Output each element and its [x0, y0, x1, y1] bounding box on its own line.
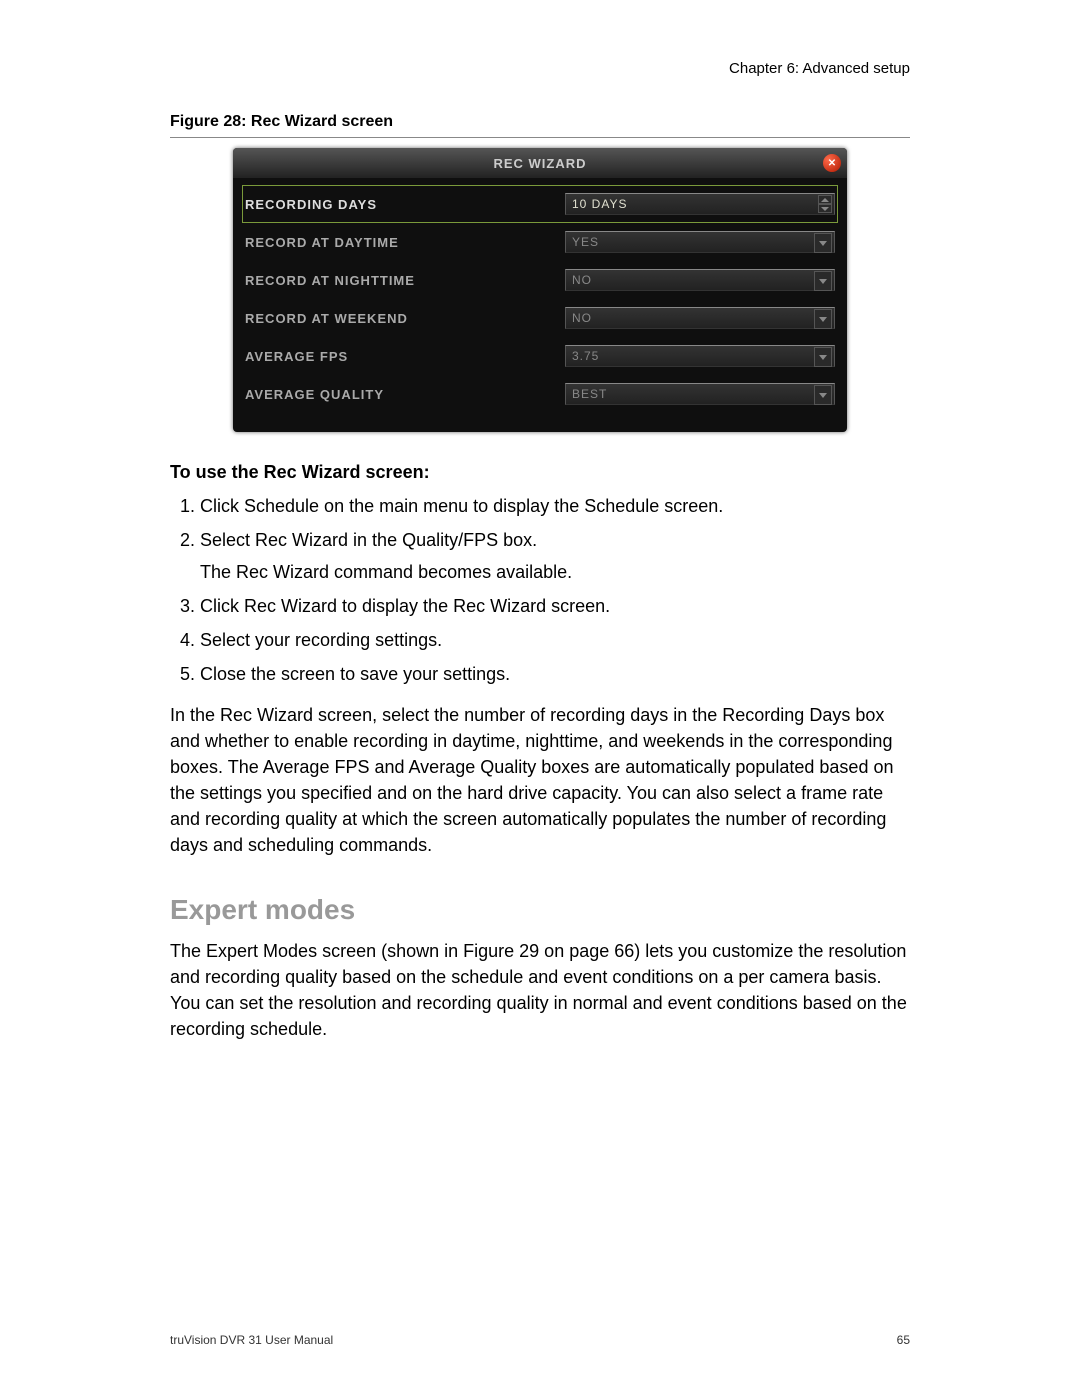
close-icon[interactable]: ✕ [823, 154, 841, 172]
setting-field[interactable]: 3.75 [565, 345, 835, 367]
setting-value: YES [572, 235, 599, 249]
step-text: Click Rec Wizard to display the Rec Wiza… [200, 596, 610, 616]
chevron-up-icon[interactable] [818, 195, 832, 204]
chevron-down-icon[interactable] [818, 204, 832, 213]
instruction-step: Click Schedule on the main menu to displ… [200, 493, 910, 519]
setting-field[interactable]: YES [565, 231, 835, 253]
step-text: Select your recording settings. [200, 630, 442, 650]
instructions-paragraph: In the Rec Wizard screen, select the num… [170, 702, 910, 859]
setting-value: 3.75 [572, 349, 599, 363]
dropdown-button[interactable] [814, 271, 832, 291]
page-footer: truVision DVR 31 User Manual 65 [170, 1333, 910, 1347]
setting-value: NO [572, 273, 592, 287]
setting-label: RECORD AT WEEKEND [245, 311, 565, 326]
setting-row: RECORD AT NIGHTTIME NO [245, 264, 835, 296]
section-title-expert-modes: Expert modes [170, 894, 910, 926]
dropdown-button[interactable] [814, 385, 832, 405]
instruction-step: Click Rec Wizard to display the Rec Wiza… [200, 593, 910, 619]
setting-row: AVERAGE QUALITY BEST [245, 378, 835, 410]
setting-field[interactable]: NO [565, 307, 835, 329]
step-text: Click Schedule on the main menu to displ… [200, 496, 723, 516]
footer-page-number: 65 [897, 1333, 910, 1347]
instructions-list: Click Schedule on the main menu to displ… [170, 493, 910, 688]
expert-modes-paragraph: The Expert Modes screen (shown in Figure… [170, 938, 910, 1042]
window-title: REC WIZARD [233, 156, 847, 171]
chevron-down-icon [819, 317, 827, 322]
instructions-heading: To use the Rec Wizard screen: [170, 462, 910, 483]
setting-label: AVERAGE FPS [245, 349, 565, 364]
setting-label: AVERAGE QUALITY [245, 387, 565, 402]
spinner-control[interactable] [818, 195, 832, 213]
chapter-header: Chapter 6: Advanced setup [170, 60, 910, 77]
chevron-down-icon [819, 241, 827, 246]
rec-wizard-window: REC WIZARD ✕ RECORDING DAYS10 DAYSRECORD… [233, 148, 847, 432]
setting-value: BEST [572, 387, 607, 401]
chevron-down-icon [819, 279, 827, 284]
footer-manual-name: truVision DVR 31 User Manual [170, 1333, 333, 1347]
step-subtext: The Rec Wizard command becomes available… [200, 559, 910, 585]
setting-field[interactable]: BEST [565, 383, 835, 405]
chevron-down-icon [819, 355, 827, 360]
dropdown-button[interactable] [814, 309, 832, 329]
chevron-down-icon [819, 393, 827, 398]
setting-value: 10 DAYS [572, 197, 627, 211]
setting-label: RECORD AT NIGHTTIME [245, 273, 565, 288]
setting-field[interactable]: 10 DAYS [565, 193, 835, 215]
window-titlebar: REC WIZARD ✕ [233, 148, 847, 178]
setting-value: NO [572, 311, 592, 325]
instruction-step: Close the screen to save your settings. [200, 661, 910, 687]
setting-row: RECORD AT DAYTIME YES [245, 226, 835, 258]
setting-field[interactable]: NO [565, 269, 835, 291]
setting-row: RECORD AT WEEKEND NO [245, 302, 835, 334]
instruction-step: Select Rec Wizard in the Quality/FPS box… [200, 527, 910, 585]
setting-row: AVERAGE FPS 3.75 [245, 340, 835, 372]
window-body: RECORDING DAYS 10 DAYS RECORD AT DAYTIME YE… [233, 178, 847, 432]
divider [170, 137, 910, 138]
dropdown-button[interactable] [814, 233, 832, 253]
step-text: Close the screen to save your settings. [200, 664, 510, 684]
instruction-step: Select your recording settings. [200, 627, 910, 653]
dropdown-button[interactable] [814, 347, 832, 367]
setting-label: RECORDING DAYS [245, 197, 565, 212]
figure-caption: Figure 28: Rec Wizard screen [170, 113, 910, 131]
step-text: Select Rec Wizard in the Quality/FPS box… [200, 530, 537, 550]
setting-label: RECORD AT DAYTIME [245, 235, 565, 250]
setting-row: RECORDING DAYS 10 DAYS [245, 188, 835, 220]
